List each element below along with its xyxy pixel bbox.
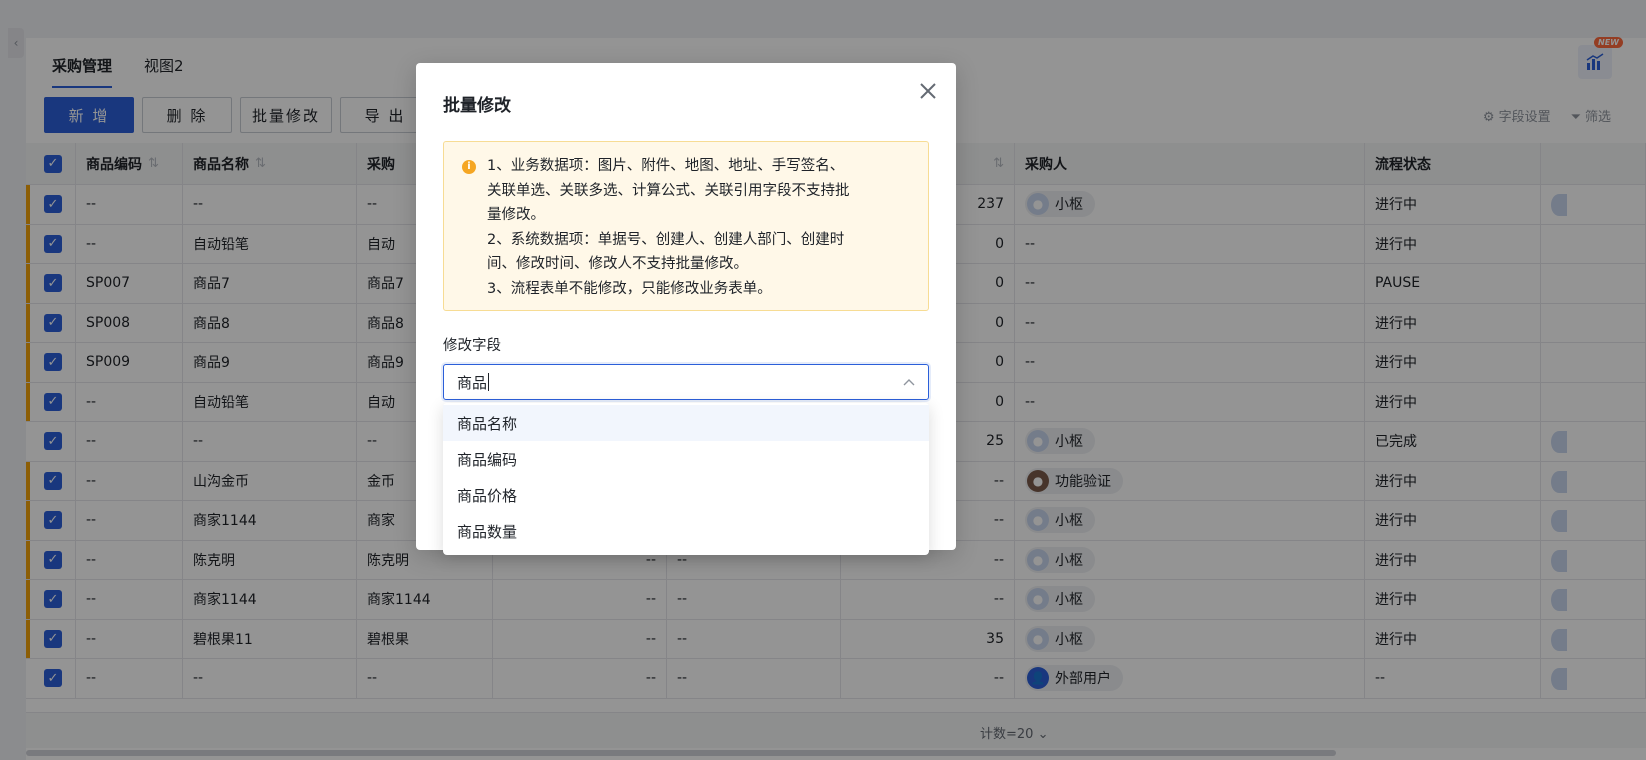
field-label: 修改字段 bbox=[443, 338, 501, 354]
chevron-up-icon bbox=[903, 379, 915, 386]
select-value: 商品 bbox=[457, 373, 488, 392]
notice-line: 关联单选、关联多选、计算公式、关联引用字段不支持批 bbox=[487, 182, 850, 199]
notice-box: i 1、业务数据项：图片、附件、地图、地址、手写签名、 关联单选、关联多选、计算公… bbox=[443, 141, 929, 311]
close-icon[interactable] bbox=[914, 77, 942, 105]
dialog-title: 批量修改 bbox=[443, 96, 511, 116]
dropdown-option[interactable]: 商品数量 bbox=[443, 513, 929, 549]
info-icon: i bbox=[462, 160, 476, 174]
notice-line: 3、流程表单不能修改，只能修改业务表单。 bbox=[487, 280, 772, 297]
dropdown-option[interactable]: 商品名称 bbox=[443, 405, 929, 441]
notice-line: 量修改。 bbox=[487, 207, 545, 223]
dropdown-option[interactable]: 商品价格 bbox=[443, 477, 929, 513]
notice-line: 2、系统数据项：单据号、创建人、创建人部门、创建时 bbox=[487, 231, 845, 248]
field-dropdown: 商品名称 商品编码 商品价格 商品数量 bbox=[443, 403, 929, 555]
text-caret bbox=[488, 373, 490, 391]
notice-line: 1、业务数据项：图片、附件、地图、地址、手写签名、 bbox=[487, 158, 845, 174]
notice-line: 间、修改时间、修改人不支持批量修改。 bbox=[487, 256, 748, 272]
field-select[interactable]: 商品 bbox=[443, 364, 929, 400]
dropdown-option[interactable]: 商品编码 bbox=[443, 441, 929, 477]
